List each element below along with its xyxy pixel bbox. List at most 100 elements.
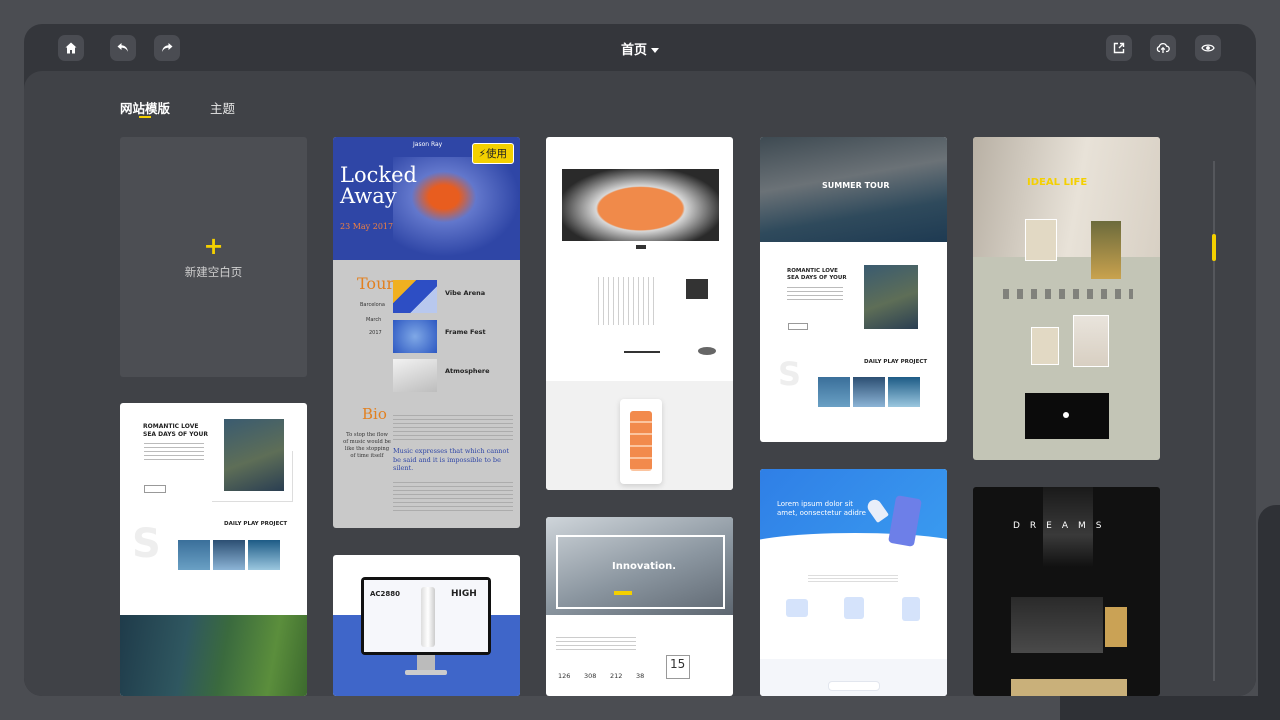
template-card-sushi[interactable] bbox=[546, 137, 733, 490]
monitor-base bbox=[405, 670, 447, 675]
tour-heading: Tour bbox=[357, 274, 395, 293]
hero-button bbox=[614, 591, 632, 595]
use-template-button[interactable]: ⚡使用 bbox=[471, 143, 514, 164]
cloud-upload-icon bbox=[1156, 43, 1170, 53]
tab-website-templates[interactable]: 网站模版 bbox=[120, 98, 170, 117]
aerial-forest-image bbox=[120, 615, 307, 696]
template-headline: ROMANTIC LOVE SEA DAYS OF YOUR bbox=[787, 268, 847, 281]
chevron-down-icon bbox=[651, 48, 659, 53]
scrollbar-thumb[interactable] bbox=[1212, 234, 1216, 261]
active-tab-indicator bbox=[139, 116, 151, 118]
product-model: AC2880 bbox=[370, 590, 401, 598]
photo-thumb bbox=[178, 540, 210, 570]
salmon-slices bbox=[630, 411, 652, 471]
brand-name: Jason Ray bbox=[413, 141, 443, 148]
hero-title: DREAMS bbox=[1013, 521, 1112, 531]
cloud-save-button[interactable] bbox=[1150, 35, 1176, 61]
feature-icon bbox=[786, 599, 808, 617]
play-icon bbox=[1063, 412, 1069, 418]
interior-image bbox=[1011, 597, 1103, 653]
hero-headline-line2: amet, oonsectetur adidre bbox=[777, 509, 866, 517]
bio-heading: Bio bbox=[362, 405, 387, 423]
stat-value: 126 bbox=[558, 672, 571, 680]
photo-thumb bbox=[818, 377, 850, 407]
product-row bbox=[1003, 289, 1133, 299]
image-frame bbox=[212, 451, 293, 502]
event-image bbox=[393, 359, 437, 392]
template-card-locked-away[interactable]: Jason Ray Locked Away 23 May 2017 ⚡使用 To… bbox=[333, 137, 520, 528]
event-name: Frame Fest bbox=[445, 328, 486, 336]
photo-thumb bbox=[888, 377, 920, 407]
template-card-summer-tour[interactable]: SUMMER TOUR ROMANTIC LOVE SEA DAYS OF YO… bbox=[760, 137, 947, 442]
event-name: Vibe Arena bbox=[445, 289, 486, 297]
sushi-hero-image bbox=[562, 169, 719, 241]
template-panel: 网站模版 主题 + 新建空白页 ROMANTIC LOVE SEA DAYS O… bbox=[24, 71, 1256, 696]
hero-portrait-image bbox=[973, 137, 1160, 257]
plus-icon: + bbox=[203, 232, 224, 260]
template-headline: ROMANTIC LOVE SEA DAYS OF YOUR bbox=[143, 423, 208, 438]
photo-thumb bbox=[853, 377, 885, 407]
text-placeholder bbox=[787, 287, 843, 301]
portrait-card bbox=[1073, 315, 1109, 367]
page-title: 首页 bbox=[620, 43, 647, 58]
sunflower-image bbox=[1091, 221, 1121, 279]
event-name: Atmosphere bbox=[445, 367, 490, 375]
feature-icon bbox=[844, 597, 864, 619]
music-quote: Music expresses that which cannot be sai… bbox=[393, 447, 509, 472]
stat-value: 212 bbox=[610, 672, 623, 680]
export-icon bbox=[1113, 42, 1125, 54]
wave-shape bbox=[760, 533, 947, 563]
photo-thumb bbox=[213, 540, 245, 570]
template-card-ideal-life[interactable]: IDEAL LIFE bbox=[973, 137, 1160, 460]
template-card-ac2880[interactable]: AC2880 HIGH bbox=[333, 555, 520, 696]
section-title: DAILY PLAY PROJECT bbox=[864, 359, 928, 365]
pagination bbox=[636, 245, 646, 249]
event-image bbox=[393, 280, 437, 313]
template-card-lorem[interactable]: Lorem ipsum dolor sit amet, oonsectetur … bbox=[760, 469, 947, 696]
stat-value: 308 bbox=[584, 672, 597, 680]
new-blank-page-label: 新建空白页 bbox=[184, 265, 243, 279]
artwork-card bbox=[1031, 327, 1059, 365]
hero-headline-line1: Lorem ipsum dolor sit bbox=[777, 500, 854, 508]
template-card-dreams[interactable]: DREAMS bbox=[973, 487, 1160, 696]
export-button[interactable] bbox=[1106, 35, 1132, 61]
tour-city: Barcelona bbox=[360, 302, 385, 308]
text-placeholder bbox=[556, 637, 636, 653]
product-headline: HIGH bbox=[451, 589, 477, 599]
hero-title: IDEAL LIFE bbox=[1027, 177, 1088, 188]
decor-letter: S bbox=[778, 355, 802, 393]
template-card-innovation[interactable]: Innovation. 15 126 308 212 38 bbox=[546, 517, 733, 696]
top-toolbar: 首页 bbox=[24, 24, 1256, 71]
hero-title: Innovation. bbox=[612, 561, 677, 572]
preview-eye-icon bbox=[1201, 44, 1215, 52]
template-card-romantic[interactable]: ROMANTIC LOVE SEA DAYS OF YOUR S DAILY P… bbox=[120, 403, 307, 696]
text-placeholder bbox=[393, 482, 513, 512]
decor-letter: S bbox=[132, 521, 161, 567]
use-template-label: 使用 bbox=[486, 148, 507, 160]
artwork-card bbox=[1025, 219, 1057, 261]
hero-frame bbox=[556, 535, 725, 609]
new-blank-page-card[interactable]: + 新建空白页 bbox=[120, 137, 307, 377]
preview-button[interactable] bbox=[1195, 35, 1221, 61]
subscribe-input bbox=[828, 681, 880, 691]
calligraphy-mark bbox=[686, 279, 708, 299]
tab-themes[interactable]: 主题 bbox=[210, 98, 235, 117]
photo-thumb bbox=[248, 540, 280, 570]
editor-window: 首页 网站模版 主题 + 新建空白页 ROMANTIC LOVE SEA DAY… bbox=[24, 24, 1256, 696]
event-image bbox=[393, 320, 437, 353]
button-placeholder bbox=[144, 485, 166, 493]
tour-year: 2017 bbox=[369, 330, 382, 336]
stat-value: 38 bbox=[636, 672, 645, 680]
gold-accent bbox=[1105, 607, 1127, 647]
lightning-icon: ⚡ bbox=[478, 148, 486, 160]
monitor-stand bbox=[417, 655, 435, 671]
hero-title-line1: Locked bbox=[340, 163, 417, 187]
feature-icon bbox=[902, 597, 920, 621]
hero-title: SUMMER TOUR bbox=[822, 181, 890, 190]
text-placeholder bbox=[598, 277, 658, 325]
feature-number: 15 bbox=[670, 657, 686, 671]
bio-quote: To stop the flow of music would be like … bbox=[343, 432, 391, 459]
page-selector[interactable]: 首页 bbox=[24, 39, 1256, 58]
gold-footer bbox=[1011, 679, 1127, 696]
button-placeholder bbox=[788, 323, 808, 330]
